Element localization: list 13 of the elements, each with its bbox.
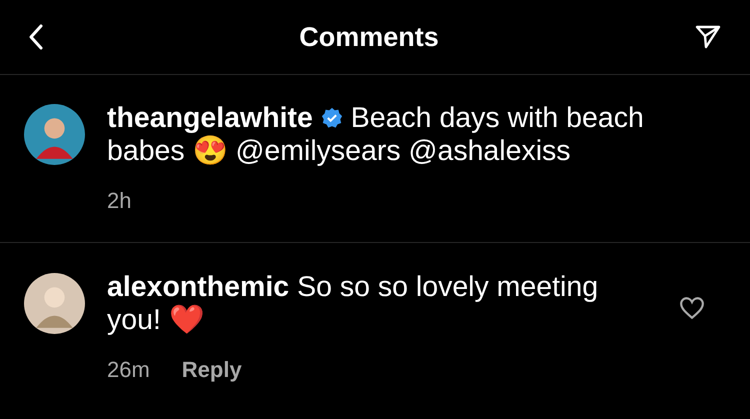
username-link[interactable]: theangelawhite	[107, 102, 313, 134]
heart-icon[interactable]	[679, 295, 705, 321]
send-icon[interactable]	[694, 23, 722, 51]
reply-button[interactable]: Reply	[182, 357, 242, 383]
avatar[interactable]	[24, 104, 85, 165]
username-link[interactable]: alexonthemic	[107, 271, 290, 303]
comment-text: alexonthemic So so so lovely meeting you! ❤	[107, 271, 600, 337]
avatar[interactable]	[24, 273, 85, 334]
timestamp: 26m	[107, 357, 150, 383]
timestamp: 2h	[107, 188, 132, 214]
window-title: Comments	[299, 22, 439, 52]
back-icon[interactable]	[28, 23, 44, 51]
comment-text: theangelawhite Beach days with beach babes 😍 @emilysears @ashalexiss	[107, 102, 645, 168]
